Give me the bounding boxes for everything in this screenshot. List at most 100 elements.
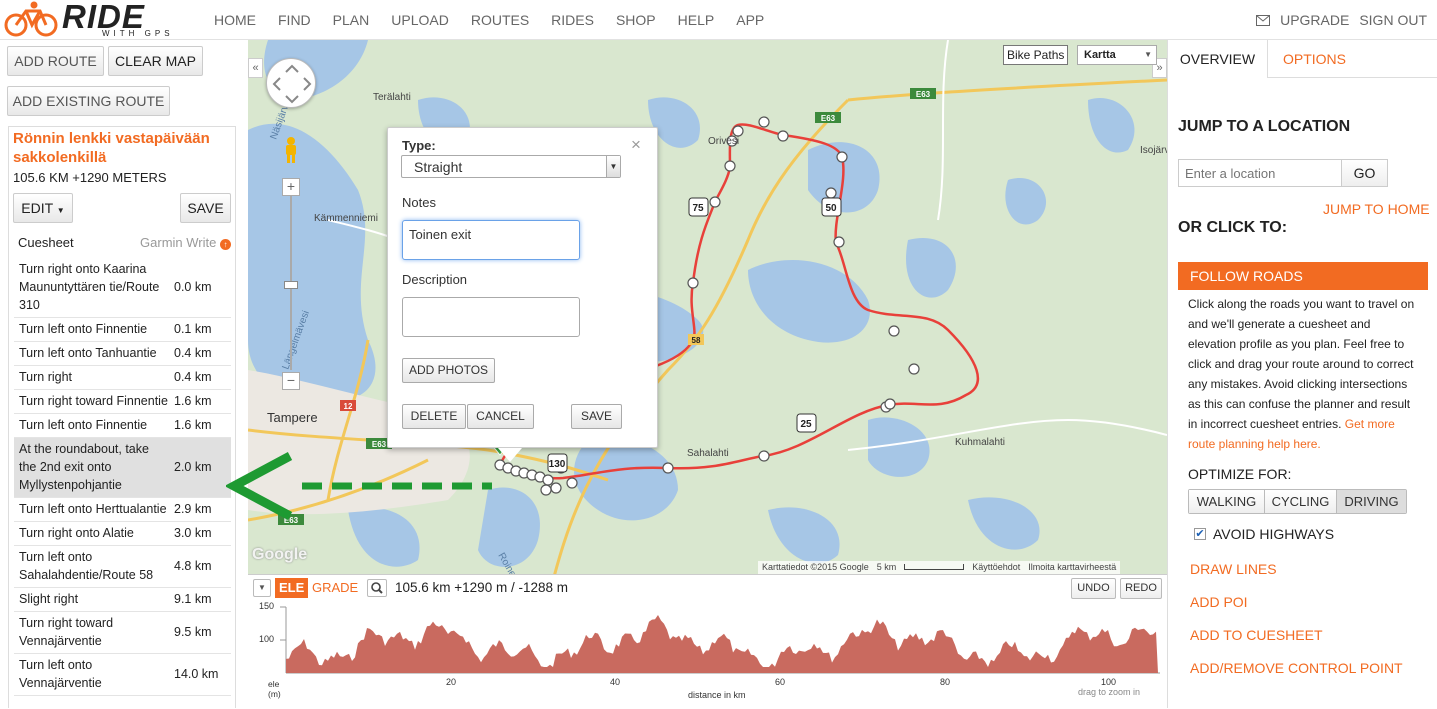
- edit-dropdown-button[interactable]: EDIT ▼: [13, 193, 73, 223]
- add-existing-route-button[interactable]: ADD EXISTING ROUTE: [7, 86, 170, 116]
- add-remove-control-point-link[interactable]: ADD/REMOVE CONTROL POINT: [1190, 660, 1403, 676]
- cue-instruction: Slight right: [19, 592, 79, 606]
- cuesheet-row[interactable]: Turn left onto Finnentie 1.6 km: [14, 414, 231, 438]
- close-icon[interactable]: ×: [631, 135, 641, 155]
- upgrade-link[interactable]: UPGRADE: [1280, 12, 1349, 28]
- svg-text:Sahalahti: Sahalahti: [687, 448, 729, 459]
- terms-link[interactable]: Käyttöehdot: [972, 561, 1020, 574]
- add-route-button[interactable]: ADD ROUTE: [7, 46, 104, 76]
- save-route-button[interactable]: SAVE: [180, 193, 231, 223]
- cue-distance: 14.0 km: [174, 667, 219, 681]
- envelope-icon[interactable]: [1256, 14, 1271, 26]
- bike-paths-toggle[interactable]: Bike Paths: [1003, 45, 1069, 65]
- avoid-highways-label: AVOID HIGHWAYS: [1213, 526, 1335, 542]
- description-textarea[interactable]: [402, 297, 580, 337]
- tab-options[interactable]: OPTIONS: [1268, 40, 1437, 78]
- zoom-search-icon[interactable]: [367, 579, 387, 597]
- account-menu: UPGRADE SIGN OUT: [1256, 0, 1427, 40]
- cuesheet-row[interactable]: Turn right 0.4 km: [14, 366, 231, 390]
- follow-roads-description: Click along the roads you want to travel…: [1188, 294, 1421, 454]
- location-input[interactable]: [1178, 159, 1342, 187]
- collapse-elevation-icon[interactable]: ▼: [253, 579, 271, 597]
- jump-home-link[interactable]: JUMP TO HOME: [1323, 201, 1430, 217]
- add-poi-link[interactable]: ADD POI: [1190, 594, 1248, 610]
- cuesheet-row[interactable]: Turn right onto Kaarina Maununtyttären t…: [14, 258, 231, 318]
- x-tick-100: 100: [1101, 677, 1117, 687]
- optimize-walking-button[interactable]: WALKING: [1189, 490, 1265, 513]
- cue-instruction: Turn left onto Tanhuantie: [19, 346, 157, 360]
- nav-plan[interactable]: PLAN: [322, 0, 381, 40]
- svg-text:Kuhmalahti: Kuhmalahti: [955, 437, 1005, 448]
- dialog-pointer: [498, 448, 522, 462]
- undo-button[interactable]: UNDO: [1071, 578, 1116, 599]
- x-tick-80: 80: [940, 677, 951, 687]
- nav-upload[interactable]: UPLOAD: [380, 0, 460, 40]
- nav-shop[interactable]: SHOP: [605, 0, 667, 40]
- cue-distance: 1.6 km: [174, 418, 212, 432]
- cue-distance: 9.1 km: [174, 592, 212, 606]
- notes-textarea[interactable]: Toinen exit: [402, 220, 580, 260]
- save-cue-button[interactable]: SAVE: [571, 404, 622, 429]
- nav-help[interactable]: HELP: [667, 0, 726, 40]
- cuesheet-row[interactable]: Turn left onto Herttualantie 2.9 km: [14, 498, 231, 522]
- svg-text:Orivesi: Orivesi: [708, 136, 739, 147]
- cuesheet-row[interactable]: At the roundabout, take the 2nd exit ont…: [14, 438, 231, 498]
- report-map-error-link[interactable]: Ilmoita karttavirheestä: [1028, 561, 1116, 574]
- type-label: Type:: [402, 138, 436, 153]
- cuesheet-row[interactable]: Turn left onto Vennajärventie 14.0 km: [14, 654, 231, 696]
- avoid-highways-checkbox[interactable]: ✔: [1194, 528, 1206, 540]
- cuesheet-row[interactable]: Slight right 9.1 km: [14, 588, 231, 612]
- cue-type-select[interactable]: Straight ▼: [401, 155, 621, 178]
- optimize-driving-button[interactable]: DRIVING: [1337, 490, 1406, 513]
- bike-logo-icon: [4, 1, 58, 37]
- route-title[interactable]: Rönnin lenkki vastapäivään sakkolenkillä: [13, 129, 233, 167]
- cancel-cue-button[interactable]: CANCEL: [467, 404, 534, 429]
- redo-button[interactable]: REDO: [1120, 578, 1162, 599]
- pan-control[interactable]: [266, 58, 316, 108]
- zoom-slider-handle[interactable]: [284, 281, 298, 289]
- follow-roads-button[interactable]: FOLLOW ROADS: [1178, 262, 1428, 290]
- cuesheet-row[interactable]: Turn left onto Sahalahdentie/Route 58 4.8…: [14, 546, 231, 588]
- add-to-cuesheet-link[interactable]: ADD TO CUESHEET: [1190, 627, 1323, 643]
- zoom-out-button[interactable]: −: [282, 372, 300, 390]
- optimize-toggle-group: WALKING CYCLING DRIVING: [1188, 489, 1407, 514]
- garmin-write-link[interactable]: Garmin Write ↑: [140, 235, 231, 250]
- cuesheet-row[interactable]: Turn right toward Vennajärventie 9.5 km: [14, 612, 231, 654]
- tab-overview[interactable]: OVERVIEW: [1168, 40, 1268, 78]
- edit-label: EDIT: [21, 200, 53, 216]
- nav-rides[interactable]: RIDES: [540, 0, 605, 40]
- optimize-cycling-button[interactable]: CYCLING: [1265, 490, 1337, 513]
- map-scale-label: 5 km: [876, 562, 897, 572]
- x-tick-60: 60: [775, 677, 786, 687]
- cuesheet-row[interactable]: Turn right toward Finnentie 1.6 km: [14, 390, 231, 414]
- options-sidebar: OVERVIEW OPTIONS JUMP TO A LOCATION GO J…: [1167, 40, 1437, 708]
- svg-text:58: 58: [692, 336, 701, 345]
- grade-tab[interactable]: GRADE: [312, 578, 358, 598]
- cuesheet-row[interactable]: Turn left onto Tanhuantie 0.4 km: [14, 342, 231, 366]
- draw-lines-link[interactable]: DRAW LINES: [1190, 561, 1277, 577]
- zoom-in-button[interactable]: +: [282, 178, 300, 196]
- collapse-left-icon[interactable]: «: [248, 58, 263, 78]
- nav-home[interactable]: HOME: [203, 0, 267, 40]
- map-type-select[interactable]: Kartta ▼: [1077, 45, 1157, 65]
- svg-text:130: 130: [549, 459, 566, 470]
- nav-app[interactable]: APP: [725, 0, 775, 40]
- svg-text:75: 75: [692, 203, 704, 214]
- ele-tab[interactable]: ELE: [275, 578, 309, 598]
- cuesheet-row[interactable]: Turn right onto Alatie 3.0 km: [14, 522, 231, 546]
- clear-map-button[interactable]: CLEAR MAP: [108, 46, 203, 76]
- cuesheet-row[interactable]: Turn left onto Finnentie 0.1 km: [14, 318, 231, 342]
- street-view-pegman-icon[interactable]: [283, 136, 299, 164]
- delete-cue-button[interactable]: DELETE: [402, 404, 466, 429]
- svg-text:Isojärvi: Isojärvi: [1140, 145, 1167, 156]
- or-click-heading: OR CLICK TO:: [1178, 219, 1288, 236]
- nav-routes[interactable]: ROUTES: [460, 0, 540, 40]
- add-photos-button[interactable]: ADD PHOTOS: [402, 358, 495, 383]
- ride-with-gps-logo[interactable]: RIDE WITH GPS: [4, 0, 184, 39]
- x-tick-20: 20: [446, 677, 457, 687]
- nav-find[interactable]: FIND: [267, 0, 322, 40]
- go-button[interactable]: GO: [1341, 159, 1388, 187]
- sign-out-link[interactable]: SIGN OUT: [1359, 12, 1427, 28]
- route-sidebar: ADD ROUTE CLEAR MAP ADD EXISTING ROUTE R…: [0, 40, 247, 708]
- annotation-arrow-icon: [226, 452, 492, 520]
